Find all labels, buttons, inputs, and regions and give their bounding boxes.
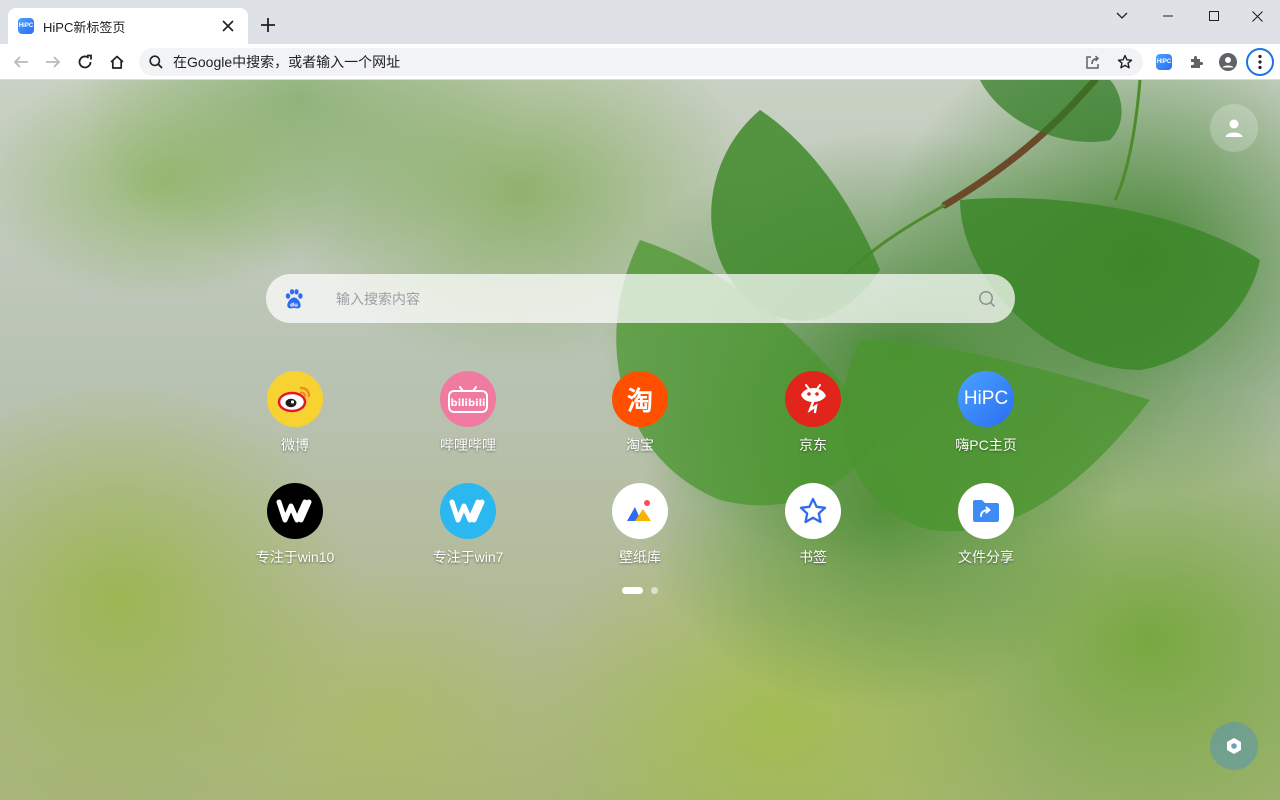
user-avatar-button[interactable] <box>1210 104 1258 152</box>
shortcut-bookmarks[interactable]: 书签 <box>753 483 873 567</box>
bookmark-star-icon <box>785 483 841 539</box>
shortcut-label: 哔哩哔哩 <box>440 437 496 453</box>
bilibili-icon: bilibili <box>440 371 496 427</box>
shortcut-weibo[interactable]: 微博 <box>235 371 355 455</box>
hipc-favicon-icon: HiPC <box>18 18 34 34</box>
file-share-icon <box>958 483 1014 539</box>
shortcut-label: 淘宝 <box>626 437 654 453</box>
shortcut-label: 嗨PC主页 <box>955 437 1017 453</box>
hipc-icon: HiPC <box>958 371 1014 427</box>
tab-search-chevron-icon[interactable] <box>1099 0 1145 32</box>
minimize-window-icon[interactable] <box>1145 0 1191 32</box>
tab-strip: HiPC HiPC新标签页 <box>0 0 1280 44</box>
svg-text:bilibili: bilibili <box>451 398 486 409</box>
win7-icon <box>440 483 496 539</box>
shortcut-label: 文件分享 <box>958 549 1014 565</box>
back-arrow-icon[interactable] <box>7 48 35 76</box>
svg-text:du: du <box>290 302 298 308</box>
reload-icon[interactable] <box>71 48 99 76</box>
shortcut-file-share[interactable]: 文件分享 <box>926 483 1046 567</box>
tab-title: HiPC新标签页 <box>43 19 126 35</box>
settings-hexagon-icon <box>1227 738 1241 754</box>
shortcut-win10[interactable]: 专注于win10 <box>235 483 355 567</box>
kebab-menu-icon[interactable] <box>1246 48 1274 76</box>
shortcut-wallpaper[interactable]: 壁纸库 <box>580 483 700 567</box>
active-tab[interactable]: HiPC HiPC新标签页 <box>8 8 248 44</box>
shortcut-taobao[interactable]: 淘 淘宝 <box>580 371 700 455</box>
forward-arrow-icon[interactable] <box>39 48 67 76</box>
search-submit-icon[interactable] <box>975 287 999 311</box>
shortcut-bilibili[interactable]: bilibili 哔哩哔哩 <box>408 371 528 455</box>
extensions-puzzle-icon[interactable] <box>1182 48 1210 76</box>
user-icon <box>1225 119 1243 137</box>
shortcut-jd[interactable]: 京东 <box>753 371 873 455</box>
wallpaper-icon <box>612 483 668 539</box>
hipc-extension-icon[interactable]: HiPC <box>1150 48 1178 76</box>
shortcut-label: 书签 <box>799 549 827 565</box>
shortcut-label: 壁纸库 <box>619 549 661 565</box>
shortcut-label: 京东 <box>799 437 827 453</box>
shortcut-win7[interactable]: 专注于win7 <box>408 483 528 567</box>
search-input[interactable] <box>336 290 975 307</box>
omnibox-input[interactable] <box>173 54 1053 70</box>
profile-icon[interactable] <box>1214 48 1242 76</box>
bookmark-star-icon[interactable] <box>1111 48 1139 76</box>
taobao-icon: 淘 <box>612 371 668 427</box>
baidu-paw-icon[interactable]: du <box>280 285 308 313</box>
omnibox[interactable] <box>139 48 1143 76</box>
search-bar: du <box>266 274 1015 323</box>
home-icon[interactable] <box>103 48 131 76</box>
page-indicator <box>622 587 658 594</box>
shortcut-hipc-home[interactable]: HiPC 嗨PC主页 <box>926 371 1046 455</box>
taobao-glyph: 淘 <box>626 386 653 417</box>
page-dot-1[interactable] <box>622 587 643 594</box>
tab-close-icon[interactable] <box>218 16 238 36</box>
shortcut-label: 专注于win10 <box>255 549 335 565</box>
win10-icon <box>267 483 323 539</box>
share-icon[interactable] <box>1079 48 1107 76</box>
hipc-extension-badge: HiPC <box>1156 54 1172 70</box>
maximize-window-icon[interactable] <box>1191 0 1237 32</box>
settings-button[interactable] <box>1210 722 1258 770</box>
browser-toolbar: HiPC <box>0 44 1280 80</box>
page-dot-2[interactable] <box>651 587 658 594</box>
hipc-glyph: HiPC <box>963 388 1009 409</box>
new-tab-page: du 微博 <box>0 80 1280 800</box>
close-window-icon[interactable] <box>1234 0 1280 32</box>
new-tab-button[interactable] <box>256 13 280 37</box>
weibo-icon <box>267 371 323 427</box>
shortcut-label: 专注于win7 <box>432 549 504 565</box>
jd-icon <box>785 371 841 427</box>
shortcut-label: 微博 <box>281 437 309 453</box>
omnibox-search-icon <box>139 55 173 69</box>
